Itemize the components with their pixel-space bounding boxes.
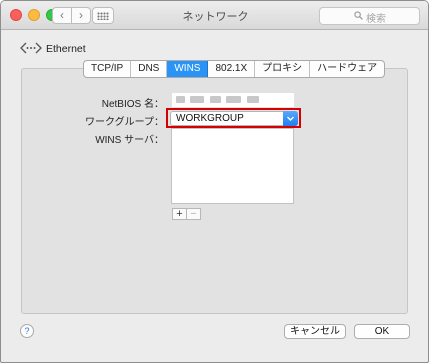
cancel-button[interactable]: キャンセル xyxy=(284,324,346,339)
redacted-text xyxy=(247,96,259,103)
chevron-down-glyph xyxy=(287,116,294,121)
ethernet-icon xyxy=(20,42,42,54)
netbios-name-field[interactable] xyxy=(172,93,294,107)
search-placeholder: 検索 xyxy=(366,14,386,25)
tab-bar: TCP/IP DNS WINS 802.1X プロキシ ハードウェア xyxy=(83,60,386,78)
list-add-remove-control: + − xyxy=(172,208,201,220)
remove-server-button[interactable]: − xyxy=(187,209,200,220)
ok-button[interactable]: OK xyxy=(354,324,410,339)
redacted-text xyxy=(226,96,241,103)
tab-hardware[interactable]: ハードウェア xyxy=(310,61,384,77)
search-icon xyxy=(354,11,363,20)
help-button[interactable]: ? xyxy=(20,324,34,338)
workgroup-label: ワークグループ： xyxy=(85,117,164,128)
wins-servers-list[interactable] xyxy=(171,128,294,204)
network-preferences-window: ‹ › ネットワーク 検索 Ethernet TCP/IP DNS WINS 8… xyxy=(0,0,429,363)
redacted-text xyxy=(176,96,185,103)
tab-dns[interactable]: DNS xyxy=(131,61,168,77)
wins-servers-label: WINS サーバ： xyxy=(95,135,164,146)
tab-proxies[interactable]: プロキシ xyxy=(255,61,311,77)
title-bar: ‹ › ネットワーク 検索 xyxy=(1,1,428,30)
add-server-button[interactable]: + xyxy=(173,209,187,220)
netbios-name-label: NetBIOS 名： xyxy=(101,99,164,110)
workgroup-popup[interactable]: WORKGROUP xyxy=(170,111,298,126)
workgroup-value: WORKGROUP xyxy=(176,113,244,124)
chevron-down-icon[interactable] xyxy=(283,111,298,126)
service-name: Ethernet xyxy=(46,43,86,55)
tab-wins[interactable]: WINS xyxy=(167,61,209,77)
search-field[interactable]: 検索 xyxy=(319,7,420,25)
tab-8021x[interactable]: 802.1X xyxy=(208,61,256,77)
redacted-text xyxy=(210,96,221,103)
tab-tcpip[interactable]: TCP/IP xyxy=(84,61,132,77)
redacted-text xyxy=(190,96,204,103)
